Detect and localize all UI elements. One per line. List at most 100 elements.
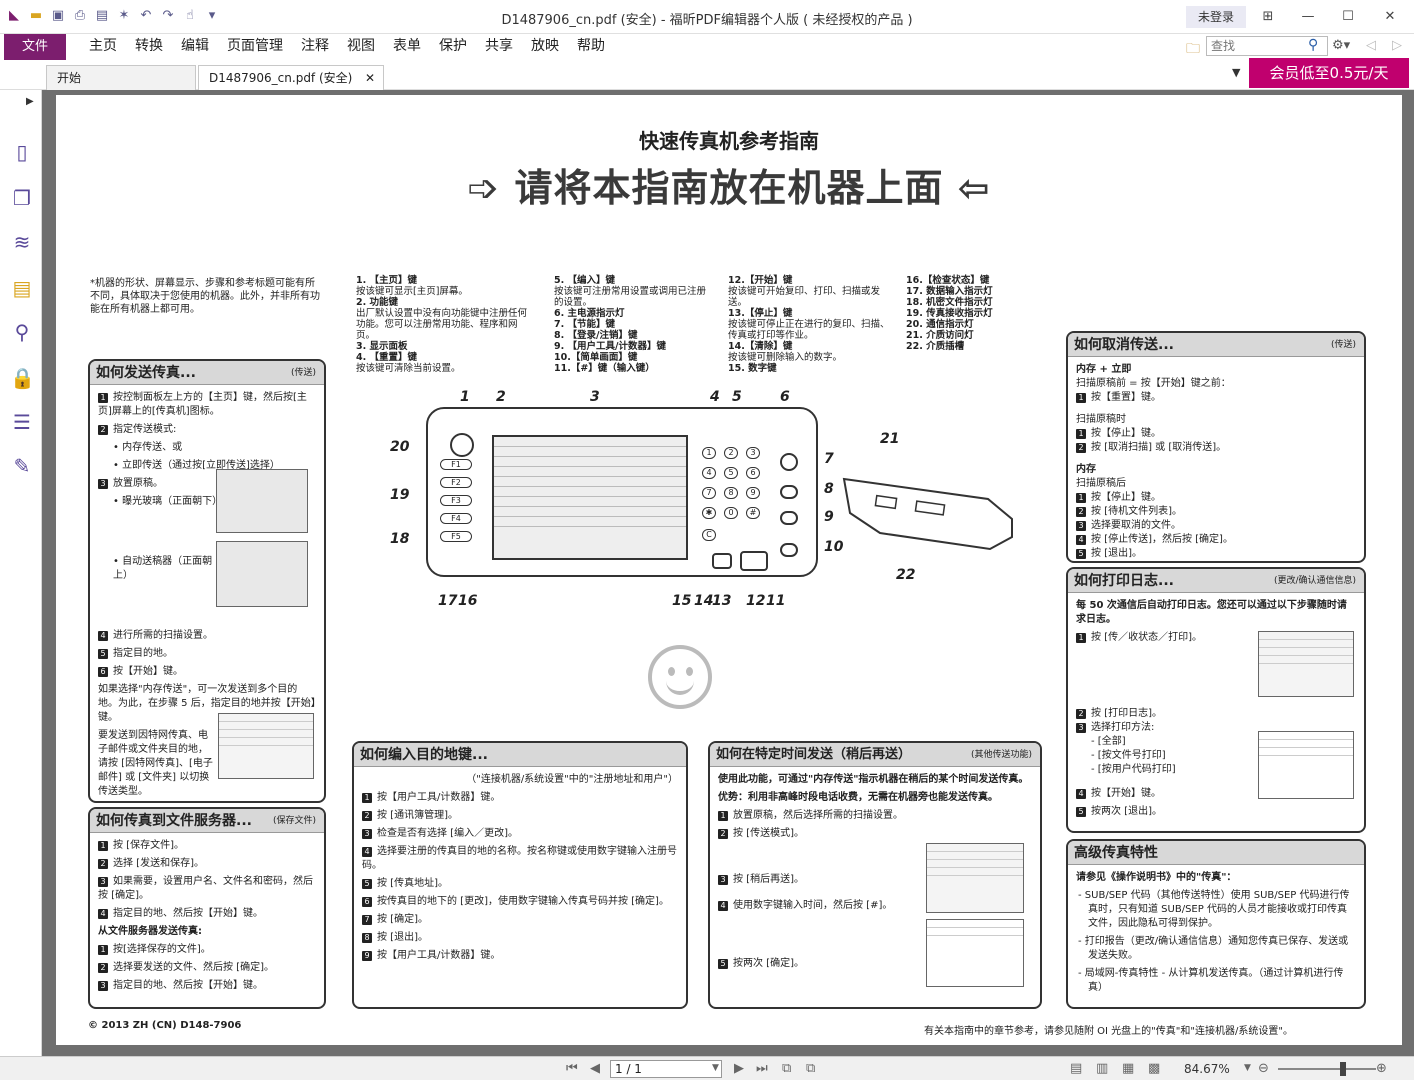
step-text: 选择要取消的文件。 (1091, 520, 1181, 531)
energy-saver-key-icon (780, 453, 798, 471)
next-page-icon[interactable]: ▶ (734, 1061, 744, 1076)
menu-edit[interactable]: 编辑 (172, 34, 218, 58)
box-title: 如何打印日志... (更改/确认通信信息) (1068, 569, 1364, 593)
menu-share[interactable]: 共享 (476, 34, 522, 58)
step-text: 扫描原稿前 = 按【开始】键之前： (1076, 378, 1231, 389)
file-server-box: 如何传真到文件服务器... (保存文件) 1按 [保存文件]。 2 选择 [发送和保… (88, 807, 326, 1009)
reference-footer: 有关本指南中的章节参考，请参见随附 OI 光盘上的"传真"和"连接机器/系统设置… (924, 1026, 1293, 1037)
menu-help[interactable]: 帮助 (568, 34, 614, 58)
step-text: 扫描原稿后 (1076, 478, 1126, 489)
expand-panel-icon[interactable]: ▶ (26, 96, 34, 107)
step-text: 按【停止】键。 (1091, 428, 1161, 439)
legend-desc: 按该键可注册常用设置或调用已注册的设置。 (554, 286, 707, 308)
menu-organize[interactable]: 页面管理 (218, 34, 292, 58)
next-view-icon[interactable]: ⧉ (806, 1061, 815, 1076)
exposure-glass-figure (216, 469, 308, 533)
page-number-input[interactable]: 1 / 1 (610, 1060, 722, 1078)
form-fields-icon[interactable]: ☰ (10, 410, 34, 434)
zoom-level[interactable]: 84.67% (1184, 1062, 1230, 1076)
menu-form[interactable]: 表单 (384, 34, 430, 58)
display-panel-illustration (492, 435, 688, 560)
first-page-icon[interactable]: ⏮ (566, 1061, 578, 1076)
layers-icon[interactable]: ≋ (10, 230, 34, 254)
step-text: 使用数字键输入时间，然后按 [#]。 (733, 900, 893, 911)
close-tab-icon[interactable]: ✕ (365, 66, 375, 90)
pages-icon[interactable]: ❐ (10, 186, 34, 210)
legend-item: 3. 显示面板 (356, 341, 408, 352)
legend-item: 19. 传真接收指示灯 (906, 308, 993, 319)
subheading: 内存 + 立即 (1076, 364, 1132, 375)
next-result-icon[interactable]: ▷ (1392, 38, 1402, 53)
zoom-slider-handle[interactable] (1340, 1062, 1346, 1076)
step-text: 按【用户工具/计数器】键。 (377, 950, 501, 961)
step-text: 按 [退出]。 (377, 932, 428, 943)
search-icon[interactable]: ⚲ (1308, 37, 1318, 53)
feature-text: 局域网-传真特性 - 从计算机发送传真。（通过计算机进行传真） (1084, 968, 1344, 993)
menu-home[interactable]: 主页 (80, 34, 126, 58)
menu-convert[interactable]: 转换 (126, 34, 172, 58)
step-text: 按【停止】键。 (1091, 492, 1161, 503)
screen-thumbnail (1258, 731, 1354, 799)
maximize-button[interactable]: ☐ (1328, 6, 1368, 28)
step-text: 按 [待机文件列表]。 (1091, 506, 1182, 517)
continuous-view-icon[interactable]: ▥ (1096, 1061, 1108, 1076)
signature-icon[interactable]: ✎ (10, 454, 34, 478)
login-key-icon (780, 485, 798, 499)
menu-protect[interactable]: 保护 (430, 34, 476, 58)
promo-banner[interactable]: 会员低至0.5元/天 (1249, 58, 1409, 88)
page-thumbnail-icon[interactable]: ▯ (10, 140, 34, 164)
box-title-text: 如何编入目的地键... (360, 747, 488, 763)
document-viewer[interactable]: 快速传真机参考指南 ➩ 请将本指南放在机器上面 ⇦ *机器的形状、屏幕显示、步骤… (42, 90, 1414, 1056)
doc-note: *机器的形状、屏幕显示、步骤和参考标题可能有所不同，具体取决于您使用的机器。此外… (90, 278, 320, 315)
menu-bar: 文件 主页 转换 编辑 页面管理 注释 视图 表单 保护 共享 放映 帮助 (0, 34, 1414, 60)
tab-list-dropdown-icon[interactable]: ▼ (1232, 66, 1240, 79)
legend-desc: 按该键可停止正在进行的复印、扫描、传真或打印等作业。 (728, 319, 890, 341)
zoom-out-icon[interactable]: ⊖ (1258, 1061, 1269, 1076)
step-text: 放置原稿，然后选择所需的扫描设置。 (733, 810, 903, 821)
close-button[interactable]: ✕ (1370, 6, 1410, 28)
zoom-in-icon[interactable]: ⊕ (1376, 1061, 1387, 1076)
legend-column-4: 16.【检查状态】键 17. 数据输入指示灯 18. 机密文件指示灯 19. 传… (906, 275, 1026, 352)
attachments-icon[interactable]: ⚲ (10, 320, 34, 344)
settings-gear-icon[interactable]: ⚙▾ (1332, 38, 1350, 53)
menu-view[interactable]: 视图 (338, 34, 384, 58)
security-icon[interactable]: 🔒 (10, 366, 35, 390)
legend-desc: 按该键可删除输入的数字。 (728, 352, 843, 363)
minimize-button[interactable]: — (1288, 6, 1328, 28)
subheading: 从文件服务器发送传真: (98, 926, 202, 937)
box-title: 如何取消传送... (传送) (1068, 333, 1364, 357)
single-page-view-icon[interactable]: ▤ (1070, 1061, 1082, 1076)
cancel-transmission-box: 如何取消传送... (传送) 内存 + 立即 扫描原稿前 = 按【开始】键之前： … (1066, 331, 1366, 563)
comments-icon[interactable]: ▤ (10, 276, 34, 300)
last-page-icon[interactable]: ⏭ (756, 1061, 768, 1076)
legend-column-3: 12.【开始】键 按该键可开始复印、打印、扫描或发送。 13.【停止】键 按该键… (728, 275, 898, 374)
ribbon-toggle-button[interactable]: ⊞ (1248, 6, 1288, 28)
step-text: 按控制面板左上方的【主页】键，然后按[主页]屏幕上的[传真机]图标。 (98, 392, 307, 417)
tab-start[interactable]: 开始 (46, 65, 196, 90)
feature-text: SUB/SEP 代码（其他传送特性）使用 SUB/SEP 代码进行传真时，只有知… (1084, 890, 1350, 929)
menu-present[interactable]: 放映 (522, 34, 568, 58)
feature-text: 打印报告（更改/确认通信信息）通知您传真已保存、发送或发送失败。 (1084, 936, 1349, 961)
step-text: • 自动送稿器（正面朝上） (113, 556, 213, 581)
step-text: 按传真目的地下的 [更改]，使用数字键输入传真号码并按 [确定]。 (377, 896, 669, 907)
previous-view-icon[interactable]: ⧉ (782, 1061, 791, 1076)
continuous-facing-view-icon[interactable]: ▩ (1148, 1061, 1160, 1076)
legend-item: 13.【停止】键 (728, 308, 793, 319)
zoom-slider[interactable] (1278, 1068, 1376, 1070)
facing-view-icon[interactable]: ▦ (1122, 1061, 1134, 1076)
step-text: 按 [传送模式]。 (733, 828, 804, 839)
zoom-dropdown-icon[interactable]: ▼ (1244, 1063, 1251, 1073)
tab-document[interactable]: D1487906_cn.pdf (安全) ✕ (198, 65, 384, 90)
prev-page-icon[interactable]: ◀ (590, 1061, 600, 1076)
tab-label: D1487906_cn.pdf (安全) (209, 71, 353, 85)
prev-result-icon[interactable]: ◁ (1366, 38, 1376, 53)
file-menu[interactable]: 文件 (4, 34, 66, 60)
menu-comment[interactable]: 注释 (292, 34, 338, 58)
step-text: 放置原稿。 (113, 478, 163, 489)
box-title: 如何编入目的地键... (354, 743, 686, 767)
search-folder-icon[interactable]: 🗀 (1186, 38, 1200, 62)
page-dropdown-icon[interactable]: ▼ (712, 1063, 719, 1073)
login-button[interactable]: 未登录 (1186, 6, 1246, 28)
step-text: 指定传送模式: (113, 424, 177, 435)
advanced-features-box: 高级传真特性 请参见《操作说明书》中的"传真"： - SUB/SEP 代码（其他… (1066, 839, 1366, 1009)
